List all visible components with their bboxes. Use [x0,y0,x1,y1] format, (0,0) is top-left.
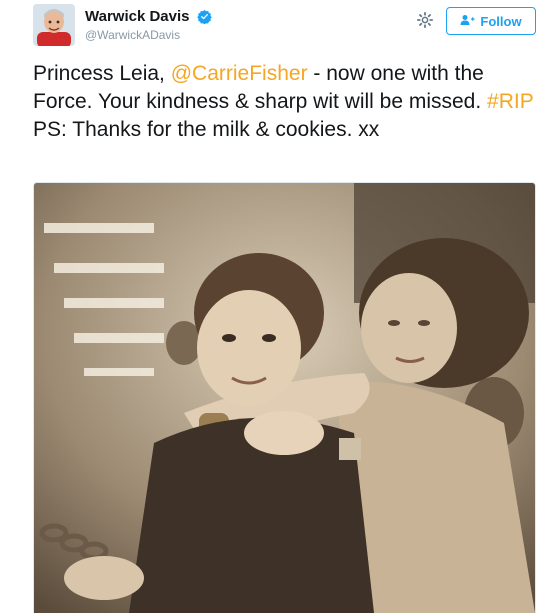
mention-link[interactable]: @CarrieFisher [171,62,308,85]
avatar[interactable] [33,4,75,46]
tweet-text: Princess Leia, @CarrieFisher - now one w… [33,60,538,144]
tweet-card: Warwick Davis @WarwickADavis Follow Prin… [0,0,558,613]
follow-label: Follow [480,13,522,29]
follow-button[interactable]: Follow [446,7,536,35]
tweet-text-part: Princess Leia, [33,62,171,85]
hashtag-link[interactable]: #RIP [487,90,533,113]
author-display-name[interactable]: Warwick Davis [85,8,190,25]
author-names: Warwick Davis @WarwickADavis [85,8,212,42]
tweet-photo[interactable] [33,182,536,613]
author-handle[interactable]: @WarwickADavis [85,28,212,42]
tweet-text-part: PS: Thanks for the milk & cookies. xx [33,118,380,141]
add-user-icon [460,14,475,29]
tweet-header: Warwick Davis @WarwickADavis Follow [33,4,538,52]
verified-badge-icon [197,9,212,25]
gear-icon[interactable] [416,11,434,29]
